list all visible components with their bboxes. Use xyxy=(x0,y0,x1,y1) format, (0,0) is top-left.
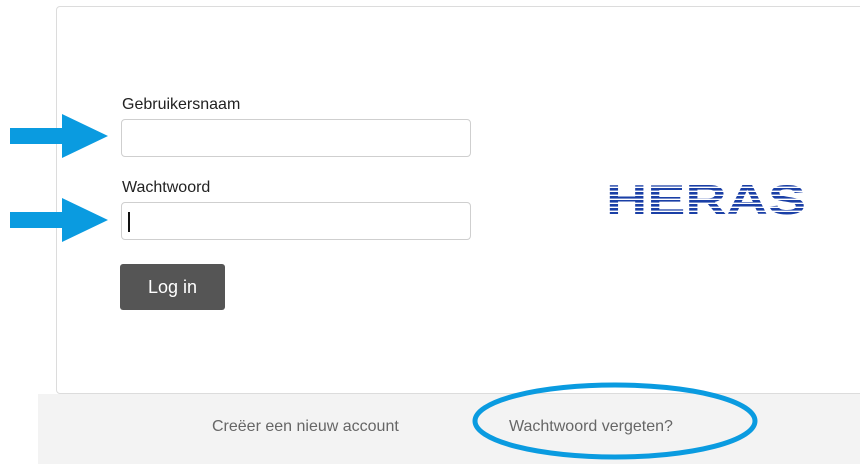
password-input[interactable] xyxy=(121,202,471,240)
arrow-icon xyxy=(10,198,108,242)
password-label: Wachtwoord xyxy=(122,179,211,196)
username-label: Gebruikersnaam xyxy=(122,96,241,113)
login-page: Gebruikersnaam Wachtwoord Log in HERAS C… xyxy=(0,0,860,464)
username-input[interactable] xyxy=(121,119,471,157)
heras-logo-text: HERAS xyxy=(606,176,806,220)
arrow-icon xyxy=(10,114,108,158)
highlight-ellipse xyxy=(472,382,758,460)
text-caret xyxy=(128,212,130,232)
create-account-link[interactable]: Creëer een nieuw account xyxy=(212,418,399,436)
heras-logo: HERAS xyxy=(606,176,806,220)
login-button[interactable]: Log in xyxy=(120,264,225,310)
